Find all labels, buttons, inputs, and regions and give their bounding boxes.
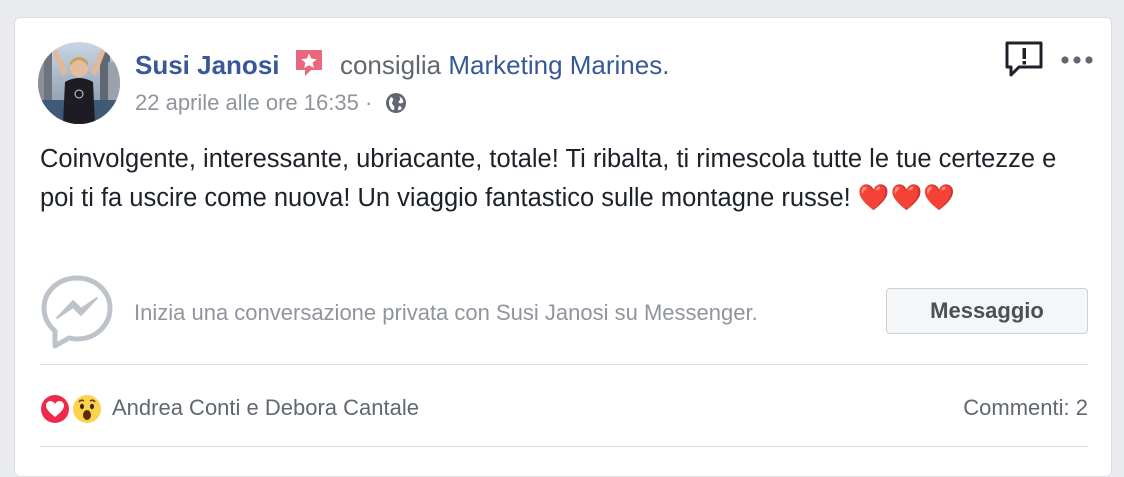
meta-separator: · [364, 90, 373, 115]
messenger-prompt: Inizia una conversazione privata con Sus… [134, 300, 758, 325]
post-timestamp[interactable]: 22 aprile alle ore 16:35 [135, 90, 359, 115]
post-meta: 22 aprile alle ore 16:35 · [135, 88, 408, 123]
messenger-cta: Inizia una conversazione privata con Sus… [40, 274, 1088, 354]
recommend-action: consiglia [339, 50, 442, 80]
post-body: Coinvolgente, interessante, ubriacante, … [40, 140, 1080, 218]
wow-reaction-icon [71, 393, 103, 425]
post-card: Susi Janosi consiglia Marketing Marines.… [14, 17, 1112, 477]
comments-count[interactable]: Commenti: 2 [963, 393, 1088, 423]
post-actions [1003, 40, 1095, 80]
page-name-suffix: . [662, 50, 670, 80]
globe-icon[interactable] [384, 91, 408, 123]
love-reaction-icon [39, 393, 71, 425]
divider [40, 446, 1088, 447]
messenger-icon [40, 274, 114, 350]
reactors-names[interactable]: Andrea Conti e Debora Cantale [112, 393, 419, 423]
author-avatar[interactable] [38, 42, 120, 124]
author-name[interactable]: Susi Janosi [135, 50, 280, 80]
report-icon[interactable] [1003, 40, 1045, 80]
message-button[interactable]: Messaggio [886, 288, 1088, 334]
recommendation-star-icon [293, 47, 325, 89]
post-header: Susi Janosi consiglia Marketing Marines. [135, 46, 669, 89]
post-body-emoji: ❤️❤️❤️ [857, 184, 957, 212]
reactions-summary: Andrea Conti e Debora Cantale Commenti: … [38, 388, 1088, 428]
page-name-link[interactable]: Marketing Marines [448, 50, 662, 80]
more-options-icon[interactable] [1059, 50, 1095, 70]
reaction-icons[interactable] [38, 392, 106, 426]
divider [40, 364, 1088, 365]
